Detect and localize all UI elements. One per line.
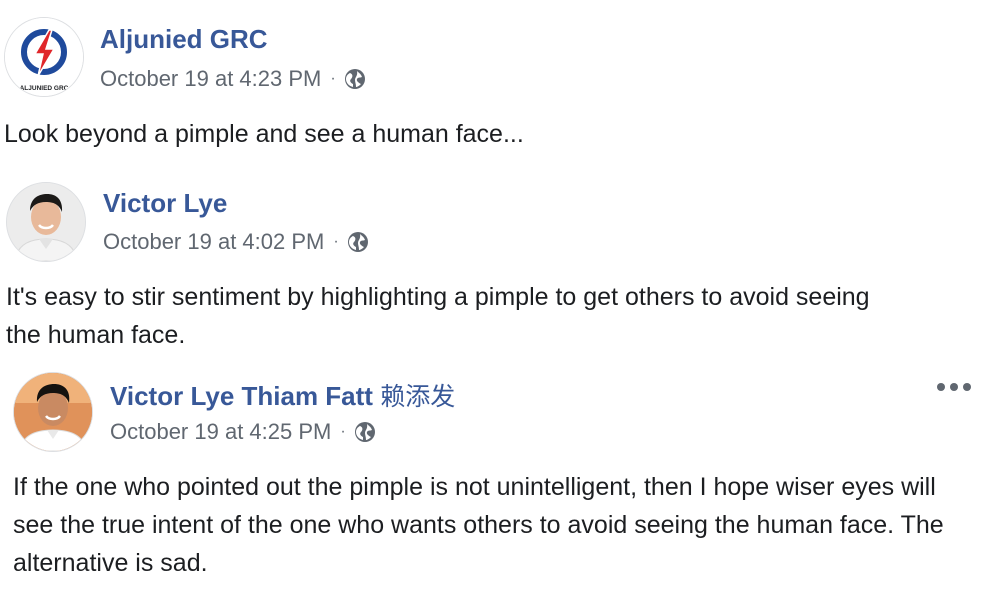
post-meta: October 19 at 4:02 PM · [103, 229, 369, 255]
post-timestamp[interactable]: October 19 at 4:25 PM [110, 419, 331, 445]
post-author-link[interactable]: Victor Lye Thiam Fatt 赖添发 [110, 377, 455, 413]
post-text: Look beyond a pimple and see a human fac… [4, 120, 524, 148]
avatar-label: ALJUNIED GRC [20, 85, 69, 92]
avatar[interactable]: ALJUNIED GRC [4, 17, 84, 97]
meta-separator: · [330, 70, 336, 87]
more-dot [963, 383, 971, 391]
more-dot [950, 383, 958, 391]
post-meta: October 19 at 4:25 PM · [110, 419, 376, 445]
avatar[interactable] [6, 182, 86, 262]
post-meta: October 19 at 4:23 PM · [100, 66, 366, 92]
profile-photo-icon [14, 373, 92, 451]
author-name[interactable]: Victor Lye Thiam Fatt [110, 381, 373, 411]
more-options-icon[interactable] [937, 377, 971, 397]
party-logo-icon: ALJUNIED GRC [5, 18, 83, 96]
post-text: It's easy to stir sentiment by highlight… [6, 283, 870, 349]
more-dot [937, 383, 945, 391]
profile-photo-icon [7, 183, 85, 261]
post-author-link[interactable]: Victor Lye [103, 188, 227, 219]
meta-separator: · [333, 233, 339, 250]
avatar[interactable] [13, 372, 93, 452]
globe-icon[interactable] [347, 231, 369, 253]
post-author-link[interactable]: Aljunied GRC [100, 24, 268, 55]
post-text: If the one who pointed out the pimple is… [13, 473, 944, 577]
meta-separator: · [340, 423, 346, 440]
globe-icon[interactable] [354, 421, 376, 443]
post-timestamp[interactable]: October 19 at 4:23 PM [100, 66, 321, 92]
author-chinese-name[interactable]: 赖添发 [380, 382, 455, 411]
globe-icon[interactable] [344, 68, 366, 90]
post-timestamp[interactable]: October 19 at 4:02 PM [103, 229, 324, 255]
